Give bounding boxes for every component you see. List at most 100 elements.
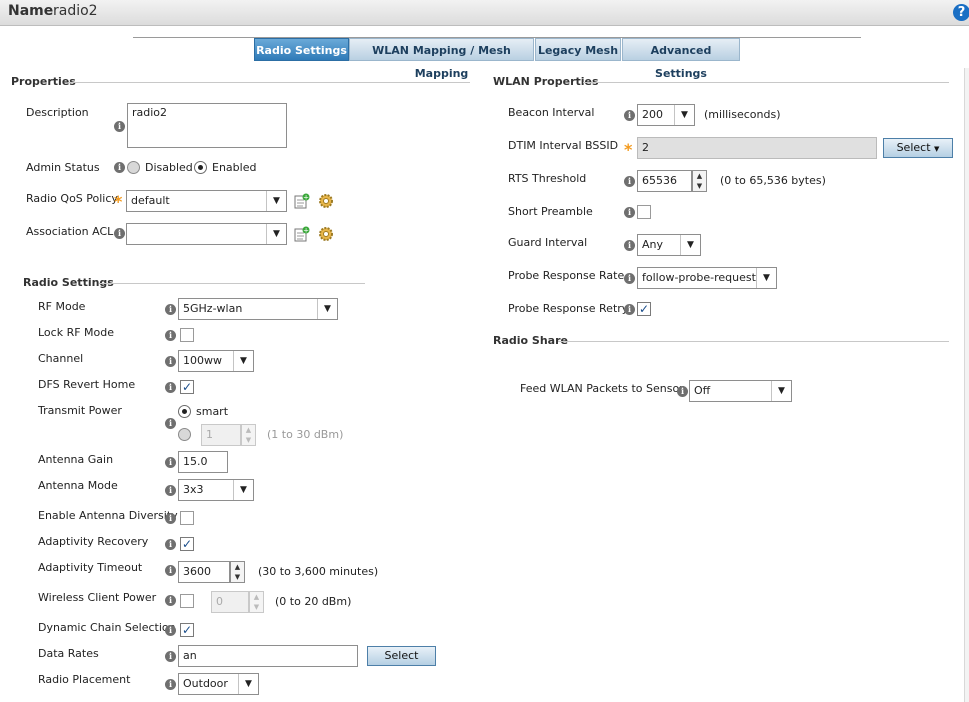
channel-label: Channel [38,352,84,365]
name-label: Name [8,3,54,19]
rts-input[interactable]: 65536 [637,170,692,192]
admin-enabled-label: Enabled [212,161,257,174]
adapt-timeout-input[interactable]: 3600 [178,561,230,583]
diversity-checkbox[interactable] [180,511,194,525]
diversity-info-icon[interactable]: i [165,513,176,524]
tx-power-input[interactable]: 1 [201,424,241,446]
new-policy-icon[interactable]: + [294,193,310,209]
feed-value: Off [694,384,711,397]
guard-label: Guard Interval [508,236,588,249]
probe-rate-info-icon[interactable]: i [624,273,635,284]
data-rates-input[interactable]: an [178,645,358,667]
probe-rate-value: follow-probe-request [642,271,756,284]
chevron-down-icon: ▼ [317,299,337,319]
adapt-recovery-info-icon[interactable]: i [165,539,176,550]
data-rates-info-icon[interactable]: i [165,651,176,662]
help-icon[interactable]: ? [953,4,969,21]
beacon-select[interactable]: 200 ▼ [637,104,695,126]
gear-icon[interactable] [318,226,334,242]
tab-radio-settings[interactable]: Radio Settings [254,38,349,61]
admin-disabled-radio[interactable] [127,161,140,174]
admin-enabled-radio[interactable] [194,161,207,174]
chevron-down-icon: ▼ [934,145,940,153]
adapt-recovery-checkbox[interactable]: ✓ [180,537,194,551]
required-icon: * [624,140,633,159]
dcs-checkbox[interactable]: ✓ [180,623,194,637]
feed-select[interactable]: Off ▼ [689,380,792,402]
preamble-checkbox[interactable] [637,205,651,219]
adapt-timeout-stepper[interactable]: ▲ ▼ [230,561,245,583]
data-rates-select-button[interactable]: Select [367,646,436,666]
antenna-gain-info-icon[interactable]: i [165,457,176,468]
preamble-info-icon[interactable]: i [624,207,635,218]
rf-mode-value: 5GHz-wlan [183,302,243,315]
vertical-scrollbar[interactable] [964,68,969,702]
tx-smart-radio[interactable] [178,405,191,418]
lock-rf-info-icon[interactable]: i [165,330,176,341]
dtim-select-button[interactable]: Select ▼ [883,138,953,158]
qos-label: Radio QoS Policy [26,192,118,205]
rf-mode-select[interactable]: 5GHz-wlan ▼ [178,298,338,320]
tx-manual-radio[interactable] [178,428,191,441]
tx-power-label: Transmit Power [38,404,122,417]
down-arrow-icon: ▼ [696,182,703,190]
qos-select[interactable]: default ▼ [126,190,287,212]
beacon-info-icon[interactable]: i [624,110,635,121]
antenna-gain-input[interactable]: 15.0 [178,451,228,473]
adapt-timeout-info-icon[interactable]: i [165,565,176,576]
tx-power-stepper[interactable]: ▲ ▼ [241,424,256,446]
chevron-down-icon: ▼ [680,235,700,255]
down-arrow-icon: ▼ [245,436,252,444]
description-info-icon[interactable]: i [114,121,125,132]
feed-info-icon[interactable]: i [677,386,688,397]
adapt-recovery-label: Adaptivity Recovery [38,535,149,548]
rts-info-icon[interactable]: i [624,176,635,187]
description-label: Description [26,106,89,119]
antenna-gain-label: Antenna Gain [38,453,114,466]
wcp-info-icon[interactable]: i [165,595,176,606]
dcs-info-icon[interactable]: i [165,625,176,636]
dfs-label: DFS Revert Home [38,378,136,391]
wcp-stepper[interactable]: ▲ ▼ [249,591,264,613]
probe-retry-info-icon[interactable]: i [624,304,635,315]
channel-select[interactable]: 100ww ▼ [178,350,254,372]
preamble-label: Short Preamble [508,205,593,218]
guard-info-icon[interactable]: i [624,240,635,251]
description-field[interactable]: radio2 [127,103,287,148]
antenna-mode-select[interactable]: 3x3 ▼ [178,479,254,501]
tx-power-info-icon[interactable]: i [165,418,176,429]
placement-info-icon[interactable]: i [165,679,176,690]
rf-mode-info-icon[interactable]: i [165,304,176,315]
acl-select[interactable]: ▼ [126,223,287,245]
dtim-input[interactable]: 2 [637,137,877,159]
rts-stepper[interactable]: ▲ ▼ [692,170,707,192]
probe-retry-checkbox[interactable]: ✓ [637,302,651,316]
tab-legacy-mesh[interactable]: Legacy Mesh [535,38,621,61]
dfs-checkbox[interactable]: ✓ [180,380,194,394]
wcp-checkbox[interactable] [180,594,194,608]
adapt-timeout-label: Adaptivity Timeout [38,561,143,574]
probe-retry-label: Probe Response Retry [508,302,629,315]
wcp-hint: (0 to 20 dBm) [275,595,352,608]
admin-status-info-icon[interactable]: i [114,162,125,173]
guard-select[interactable]: Any ▼ [637,234,701,256]
new-acl-icon[interactable]: + [294,226,310,242]
tab-wlan-mesh-mapping[interactable]: WLAN Mapping / Mesh Mapping [349,38,534,80]
dfs-info-icon[interactable]: i [165,382,176,393]
chevron-down-icon: ▼ [756,268,776,288]
gear-icon[interactable] [318,193,334,209]
antenna-mode-info-icon[interactable]: i [165,485,176,496]
beacon-hint: (milliseconds) [704,108,781,121]
tab-advanced-settings[interactable]: Advanced Settings [622,38,740,80]
placement-select[interactable]: Outdoor ▼ [178,673,259,695]
dcs-label: Dynamic Chain Selection [38,621,176,634]
acl-info-icon[interactable]: i [114,228,125,239]
dtim-label: DTIM Interval BSSID [508,139,619,152]
tx-smart-label: smart [196,405,229,418]
probe-rate-select[interactable]: follow-probe-request ▼ [637,267,777,289]
admin-status-label: Admin Status [26,161,100,174]
chevron-down-icon: ▼ [233,351,253,371]
wcp-input[interactable]: 0 [211,591,249,613]
channel-info-icon[interactable]: i [165,356,176,367]
lock-rf-checkbox[interactable] [180,328,194,342]
